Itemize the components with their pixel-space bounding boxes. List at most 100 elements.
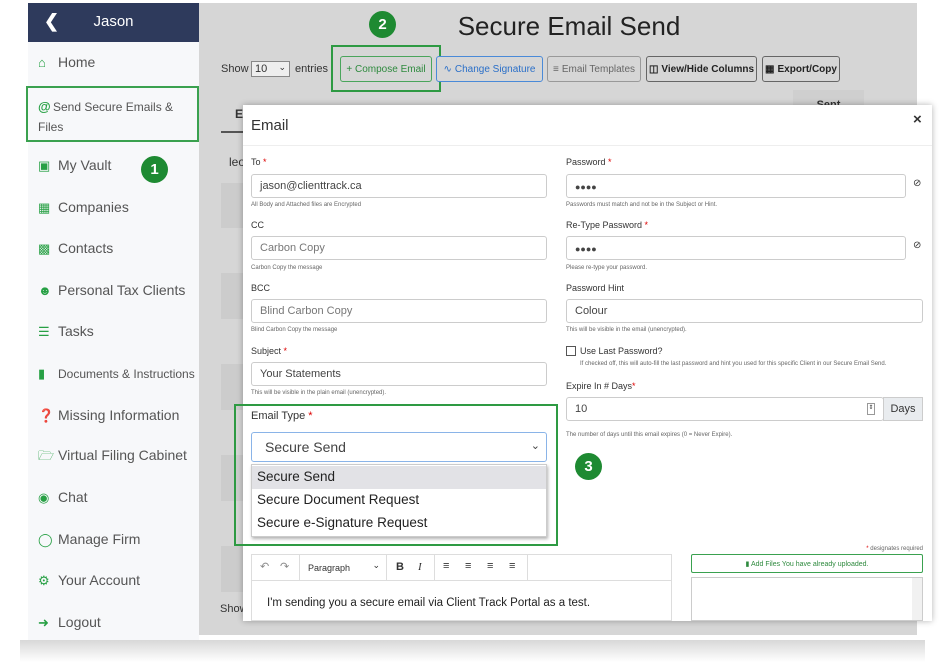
eye-slash-icon[interactable]: ⊘ — [913, 178, 921, 189]
eye-slash-icon[interactable]: ⊘ — [913, 240, 921, 251]
contact-book-icon: ▩ — [38, 241, 51, 256]
button-label: View/Hide Columns — [661, 63, 755, 75]
file-icon: ▮ — [38, 366, 46, 381]
home-icon: ⌂ — [38, 55, 46, 70]
sidebar-item-documents[interactable]: ▮ Documents & Instructions — [38, 366, 196, 382]
folder-open-icon: 🗁 — [38, 448, 55, 463]
align-center-icon[interactable]: ≡ — [465, 560, 471, 572]
export-copy-button[interactable]: ▦ Export/Copy — [762, 56, 840, 82]
uploaded-files-list[interactable] — [691, 577, 923, 621]
required-mark: * — [866, 546, 869, 552]
sidebar-item-tasks[interactable]: ☰ Tasks — [38, 323, 196, 340]
sidebar-item-missing[interactable]: ❓ Missing Information — [38, 407, 196, 424]
subject-label: Subject * — [251, 346, 287, 356]
sidebar-item-manage-firm[interactable]: ◯ Manage Firm — [38, 531, 196, 548]
button-label: Add Files You have already uploaded. — [750, 561, 869, 568]
scrollbar[interactable] — [912, 578, 922, 620]
bold-icon[interactable]: B — [396, 561, 404, 573]
step-badge-3: 3 — [575, 453, 602, 480]
cc-label: CC — [251, 220, 264, 230]
sidebar-item-label: Your Account — [58, 572, 140, 588]
sidebar-item-send-secure[interactable]: @ Send Secure Emails & Files — [38, 97, 188, 137]
step-badge-1: 1 — [141, 156, 168, 183]
sidebar-item-label: Manage Firm — [58, 531, 141, 547]
entries-select[interactable]: 10 ⌄ — [251, 61, 290, 77]
use-last-help: If checked off, this will auto-fill the … — [580, 361, 887, 367]
sidebar-item-label: Contacts — [58, 240, 114, 256]
expire-help: The number of days until this email expi… — [566, 432, 733, 438]
button-label: Change Signature — [454, 63, 536, 75]
close-icon[interactable]: × — [913, 111, 922, 128]
to-input[interactable]: jason@clienttrack.ca — [251, 174, 547, 198]
spinner-icon[interactable]: ⇕ — [867, 403, 875, 415]
redo-icon[interactable]: ↷ — [280, 560, 289, 573]
lock-icon: ▣ — [38, 158, 51, 173]
sidebar-item-chat[interactable]: ◉ Chat — [38, 489, 196, 506]
sidebar-item-logout[interactable]: ➜ Logout — [38, 614, 196, 631]
sidebar-item-filing-cabinet[interactable]: 🗁 Virtual Filing Cabinet — [38, 447, 196, 469]
password-input[interactable]: ●●●● — [566, 174, 906, 198]
sidebar-item-label: My Vault — [58, 157, 112, 173]
required-mark: * — [263, 157, 267, 167]
label-text: Email Type — [251, 410, 306, 422]
compose-email-button[interactable]: + Compose Email — [340, 56, 432, 82]
required-mark: * — [632, 381, 636, 391]
to-label: To * — [251, 157, 267, 167]
chevron-down-icon: ⌄ — [530, 440, 540, 452]
italic-icon[interactable]: I — [418, 561, 422, 573]
email-type-dropdown: Secure Send Secure Document Request Secu… — [251, 464, 547, 537]
retype-label: Re-Type Password * — [566, 220, 648, 230]
use-last-password-checkbox[interactable] — [566, 346, 576, 356]
editor-body[interactable]: I'm sending you a secure email via Clien… — [267, 597, 590, 609]
align-right-icon[interactable]: ≡ — [487, 560, 493, 572]
option-esignature-request[interactable]: Secure e-Signature Request — [252, 512, 546, 535]
columns-icon: ◫ — [648, 63, 659, 75]
sidebar-header: ❮ Jason — [28, 3, 199, 42]
file-icon: ▦ — [765, 63, 775, 75]
retype-password-input[interactable]: ●●●● — [566, 236, 906, 260]
page-shadow — [20, 640, 925, 662]
sidebar-item-label: Missing Information — [58, 407, 180, 423]
bcc-input[interactable]: Blind Carbon Copy — [251, 299, 547, 323]
email-type-select[interactable]: Secure Send ⌄ — [251, 432, 547, 462]
globe-icon: ◯ — [38, 532, 53, 547]
note-text: designates required — [870, 546, 923, 552]
email-templates-button[interactable]: ≡ Email Templates — [547, 56, 641, 82]
justify-icon[interactable]: ≡ — [509, 560, 515, 572]
undo-icon[interactable]: ↶ — [260, 560, 269, 573]
format-select[interactable]: Paragraph ⌄ — [299, 555, 387, 580]
option-document-request[interactable]: Secure Document Request — [252, 489, 546, 512]
sidebar-item-account[interactable]: ⚙ Your Account — [38, 572, 196, 589]
sidebar-item-contacts[interactable]: ▩ Contacts — [38, 240, 196, 257]
sidebar-item-home[interactable]: ⌂ Home — [38, 54, 196, 70]
cc-input[interactable]: Carbon Copy — [251, 236, 547, 260]
sidebar-item-companies[interactable]: ▦ Companies — [38, 199, 196, 216]
column-header-first[interactable]: E — [235, 107, 243, 121]
bcc-help: Blind Carbon Copy the message — [251, 327, 338, 333]
rich-text-editor: ↶ ↷ Paragraph ⌄ B I ≡ ≡ ≡ ≡ I'm sending y… — [251, 554, 672, 621]
sidebar-item-label: Virtual Filing Cabinet — [58, 447, 187, 463]
option-secure-send[interactable]: Secure Send — [252, 466, 546, 489]
subject-input[interactable]: Your Statements — [251, 362, 547, 386]
expire-days-input[interactable]: 10 — [566, 397, 884, 421]
expire-label: Expire In # Days* — [566, 381, 636, 391]
use-last-password-label: Use Last Password? — [580, 346, 663, 356]
sidebar-item-vault[interactable]: ▣ My Vault — [38, 157, 196, 174]
page-title: Secure Email Send — [457, 11, 681, 41]
change-signature-button[interactable]: ∿ Change Signature — [436, 56, 543, 82]
sign-out-icon: ➜ — [38, 615, 49, 630]
button-label: Export/Copy — [777, 63, 837, 75]
tasks-icon: ☰ — [38, 324, 50, 339]
comments-icon: ◉ — [38, 490, 50, 505]
show-label: Show — [221, 63, 249, 75]
view-hide-columns-button[interactable]: ◫ View/Hide Columns — [646, 56, 757, 82]
building-icon: ▦ — [38, 200, 51, 215]
file-icon: ▮ — [745, 561, 750, 568]
toolbar-divider — [527, 555, 528, 580]
days-addon: Days — [883, 397, 923, 421]
sidebar-item-personal-tax[interactable]: ☻ Personal Tax Clients — [38, 282, 196, 298]
add-files-button[interactable]: ▮ Add Files You have already uploaded. — [691, 554, 923, 573]
align-left-icon[interactable]: ≡ — [443, 560, 449, 572]
password-label: Password * — [566, 157, 612, 167]
password-hint-input[interactable]: Colour — [566, 299, 923, 323]
